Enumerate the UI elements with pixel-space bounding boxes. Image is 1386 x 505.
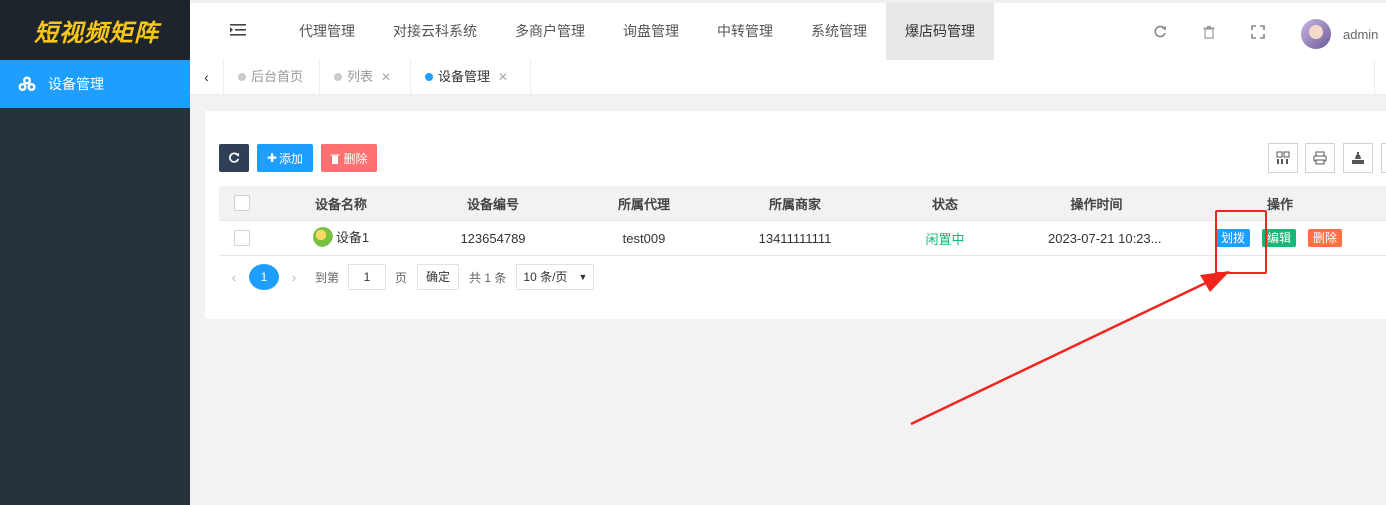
main-card: ✚ 添加 删除 设备名称 设备编号 所属代理 所属商家 状态 操作时间 操作 设备… — [205, 111, 1386, 319]
col-device-name[interactable]: 设备名称 — [265, 194, 417, 213]
nav-multi-merchant[interactable]: 多商户管理 — [496, 3, 604, 60]
sidebar-item-label: 设备管理 — [48, 76, 104, 92]
delete-button[interactable]: 删除 — [321, 144, 377, 172]
tab-list[interactable]: 列表 ✕ — [320, 60, 411, 94]
device-table: 设备名称 设备编号 所属代理 所属商家 状态 操作时间 操作 设备1 12365… — [219, 186, 1386, 256]
logo: 短视频矩阵 — [0, 0, 190, 60]
delete-button-label: 删除 — [343, 151, 368, 166]
plus-icon: ✚ — [266, 151, 278, 165]
table-row: 设备1 123654789 test009 13411111111 闲置中 20… — [219, 221, 1386, 256]
username[interactable]: admin — [1343, 27, 1378, 42]
annotation-highlight-box — [1215, 210, 1267, 274]
col-agent[interactable]: 所属代理 — [569, 194, 719, 213]
row-select-cell — [219, 230, 265, 246]
next-page-icon[interactable]: › — [279, 269, 309, 285]
refresh-button[interactable] — [219, 144, 249, 172]
top-header: 代理管理 对接云科系统 多商户管理 询盘管理 中转管理 系统管理 爆店码管理 a… — [190, 0, 1386, 60]
select-all-cell — [219, 195, 265, 211]
add-button-label: 添加 — [279, 151, 304, 166]
col-operate-time[interactable]: 操作时间 — [1019, 194, 1174, 213]
prev-page-icon[interactable]: ‹ — [219, 269, 249, 285]
trash-icon[interactable] — [1202, 25, 1216, 39]
header-icons — [1153, 25, 1300, 39]
sidebar: 短视频矩阵 设备管理 — [0, 0, 190, 505]
tab-label: 列表 — [347, 69, 374, 84]
search-toggle-button[interactable] — [1381, 143, 1386, 173]
close-icon[interactable]: ✕ — [498, 70, 508, 84]
nav-cloud-system[interactable]: 对接云科系统 — [374, 3, 496, 60]
tab-home[interactable]: 后台首页 — [224, 60, 320, 94]
export-icon — [1352, 152, 1364, 164]
chevron-left-icon[interactable]: ‹ — [190, 60, 224, 94]
sidebar-item-device-management[interactable]: 设备管理 — [0, 60, 190, 108]
goto-confirm-button[interactable]: 确定 — [417, 264, 460, 290]
nav-transfer-management[interactable]: 中转管理 — [698, 3, 792, 60]
row-checkbox[interactable] — [234, 230, 250, 246]
device-name: 设备1 — [335, 230, 370, 245]
device-operate-time: 2023-07-21 10:23... — [1048, 230, 1162, 246]
nav-agent-management[interactable]: 代理管理 — [280, 3, 374, 60]
tab-bar: ‹ 后台首页 列表 ✕ 设备管理 ✕ — [190, 60, 1386, 95]
col-status[interactable]: 状态 — [871, 194, 1019, 213]
table-header: 设备名称 设备编号 所属代理 所属商家 状态 操作时间 操作 — [219, 186, 1386, 221]
print-button[interactable] — [1305, 143, 1335, 173]
row-delete-button[interactable]: 删除 — [1308, 229, 1343, 247]
nav-hot-store-code[interactable]: 爆店码管理 — [886, 3, 994, 60]
menu-indent-icon[interactable] — [230, 23, 246, 37]
goto-page-input[interactable]: 1 — [348, 264, 387, 290]
tab-label: 设备管理 — [438, 69, 491, 84]
select-all-checkbox[interactable] — [234, 195, 250, 211]
fullscreen-icon[interactable] — [1251, 25, 1265, 39]
col-merchant[interactable]: 所属商家 — [719, 194, 871, 213]
add-button[interactable]: ✚ 添加 — [257, 144, 313, 172]
refresh-icon[interactable] — [1153, 25, 1167, 39]
chevron-right-icon[interactable] — [1374, 60, 1386, 94]
avatar[interactable] — [1301, 19, 1331, 49]
tab-dot — [334, 73, 342, 81]
nav-system-management[interactable]: 系统管理 — [792, 3, 886, 60]
trash-icon — [330, 154, 340, 164]
top-nav: 代理管理 对接云科系统 多商户管理 询盘管理 中转管理 系统管理 爆店码管理 — [280, 3, 994, 60]
device-merchant: 13411111111 — [758, 230, 832, 246]
goto-label: 到第 — [315, 270, 340, 285]
columns-filter-button[interactable] — [1268, 143, 1298, 173]
current-page[interactable]: 1 — [249, 264, 279, 290]
refresh-icon — [229, 152, 240, 163]
tab-device-management[interactable]: 设备管理 ✕ — [411, 60, 531, 94]
tab-label: 后台首页 — [251, 69, 304, 84]
logo-text: 短视频矩阵 — [34, 18, 159, 47]
tab-dot — [238, 73, 246, 81]
device-agent: test009 — [622, 230, 666, 246]
device-name-cell: 设备1 — [265, 226, 417, 250]
columns-icon — [1276, 151, 1290, 164]
tab-dot — [425, 73, 433, 81]
page-unit-label: 页 — [395, 270, 408, 285]
device-thumbnail — [312, 226, 333, 247]
export-button[interactable] — [1343, 143, 1373, 173]
device-code: 123654789 — [460, 230, 526, 246]
edit-button[interactable]: 编辑 — [1261, 229, 1296, 247]
row-actions: 划拨 编辑 删除 — [1174, 229, 1386, 247]
col-device-code[interactable]: 设备编号 — [417, 194, 569, 213]
total-count: 共 1 条 — [469, 270, 507, 285]
page-size-select[interactable]: 10 条/页 — [516, 264, 595, 290]
print-icon — [1313, 151, 1327, 165]
cubes-icon — [18, 76, 36, 91]
pagination: ‹ 1 › 到第 1 页 确定 共 1 条 10 条/页 — [219, 264, 595, 290]
nav-inquiry-management[interactable]: 询盘管理 — [604, 3, 698, 60]
col-actions: 操作 — [1266, 196, 1293, 212]
device-status: 闲置中 — [925, 231, 965, 247]
close-icon[interactable]: ✕ — [381, 70, 391, 84]
